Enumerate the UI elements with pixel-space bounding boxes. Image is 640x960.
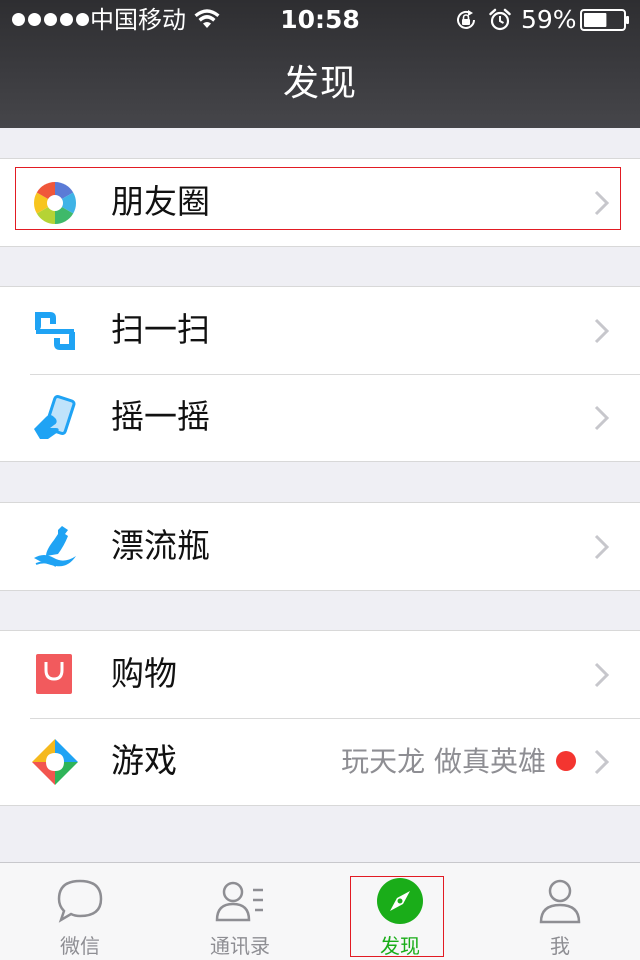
- chevron-right-icon: [594, 534, 610, 560]
- tab-label: 通讯录: [210, 934, 270, 958]
- list-item-shake[interactable]: 摇一摇: [0, 374, 640, 461]
- list-item-label: 漂流瓶: [111, 526, 210, 565]
- drift-bottle-icon: [34, 526, 76, 567]
- list-item-moments[interactable]: 朋友圈: [0, 159, 640, 246]
- moments-icon: [33, 182, 77, 224]
- tab-discover[interactable]: 发现: [320, 863, 480, 960]
- tab-chats[interactable]: 微信: [0, 863, 160, 960]
- list-item-label: 摇一摇: [111, 397, 210, 436]
- chevron-right-icon: [594, 749, 610, 775]
- list-item-label: 扫一扫: [111, 310, 210, 349]
- list-item-shopping[interactable]: 购物: [0, 631, 640, 718]
- tab-contacts[interactable]: 通讯录: [160, 863, 320, 960]
- page-title: 发现: [282, 63, 357, 104]
- battery-percentage: 59%: [521, 5, 577, 34]
- chevron-right-icon: [594, 190, 610, 216]
- shake-icon: [34, 395, 76, 439]
- list-item-label: 游戏: [111, 741, 177, 780]
- top-bar: 中国移动 10:58 59% 发现: [0, 0, 640, 128]
- list-item-label: 朋友圈: [111, 182, 210, 221]
- rotation-lock-icon: [457, 10, 475, 29]
- contacts-icon: [215, 881, 263, 922]
- status-bar: 中国移动 10:58 59%: [0, 0, 640, 40]
- group-shopping-games: 购物 游戏 玩天龙 做真英雄: [0, 630, 640, 806]
- list-item-scan[interactable]: 扫一扫: [0, 287, 640, 374]
- games-icon: [32, 739, 78, 785]
- tab-label: 我: [550, 934, 570, 958]
- discover-screen: 中国移动 10:58 59% 发现 朋友圈 扫一扫 摇一摇 漂流瓶 购物 游戏 …: [0, 0, 640, 960]
- chevron-right-icon: [594, 405, 610, 431]
- tab-label: 发现: [380, 934, 420, 958]
- tab-bar: 微信 通讯录 发现 我: [0, 862, 640, 960]
- chevron-right-icon: [594, 662, 610, 688]
- group-drift-bottle: 漂流瓶: [0, 502, 640, 591]
- compass-icon: [377, 878, 423, 924]
- alarm-icon: [489, 8, 511, 31]
- group-scan-shake: 扫一扫 摇一摇: [0, 286, 640, 462]
- list-item-games[interactable]: 游戏 玩天龙 做真英雄: [0, 718, 640, 805]
- chat-bubble-icon: [57, 879, 103, 923]
- scan-icon: [35, 312, 75, 350]
- new-red-dot-badge: [556, 751, 576, 771]
- games-promo-text: 玩天龙 做真英雄: [341, 745, 546, 778]
- group-moments: 朋友圈: [0, 158, 640, 247]
- list-item-label: 购物: [111, 654, 177, 693]
- battery-icon: [580, 9, 629, 31]
- chevron-right-icon: [594, 318, 610, 344]
- shopping-bag-icon: [36, 654, 72, 694]
- tab-label: 微信: [60, 934, 100, 958]
- tab-me[interactable]: 我: [480, 863, 640, 960]
- list-item-drift-bottle[interactable]: 漂流瓶: [0, 503, 640, 590]
- profile-icon: [539, 879, 581, 924]
